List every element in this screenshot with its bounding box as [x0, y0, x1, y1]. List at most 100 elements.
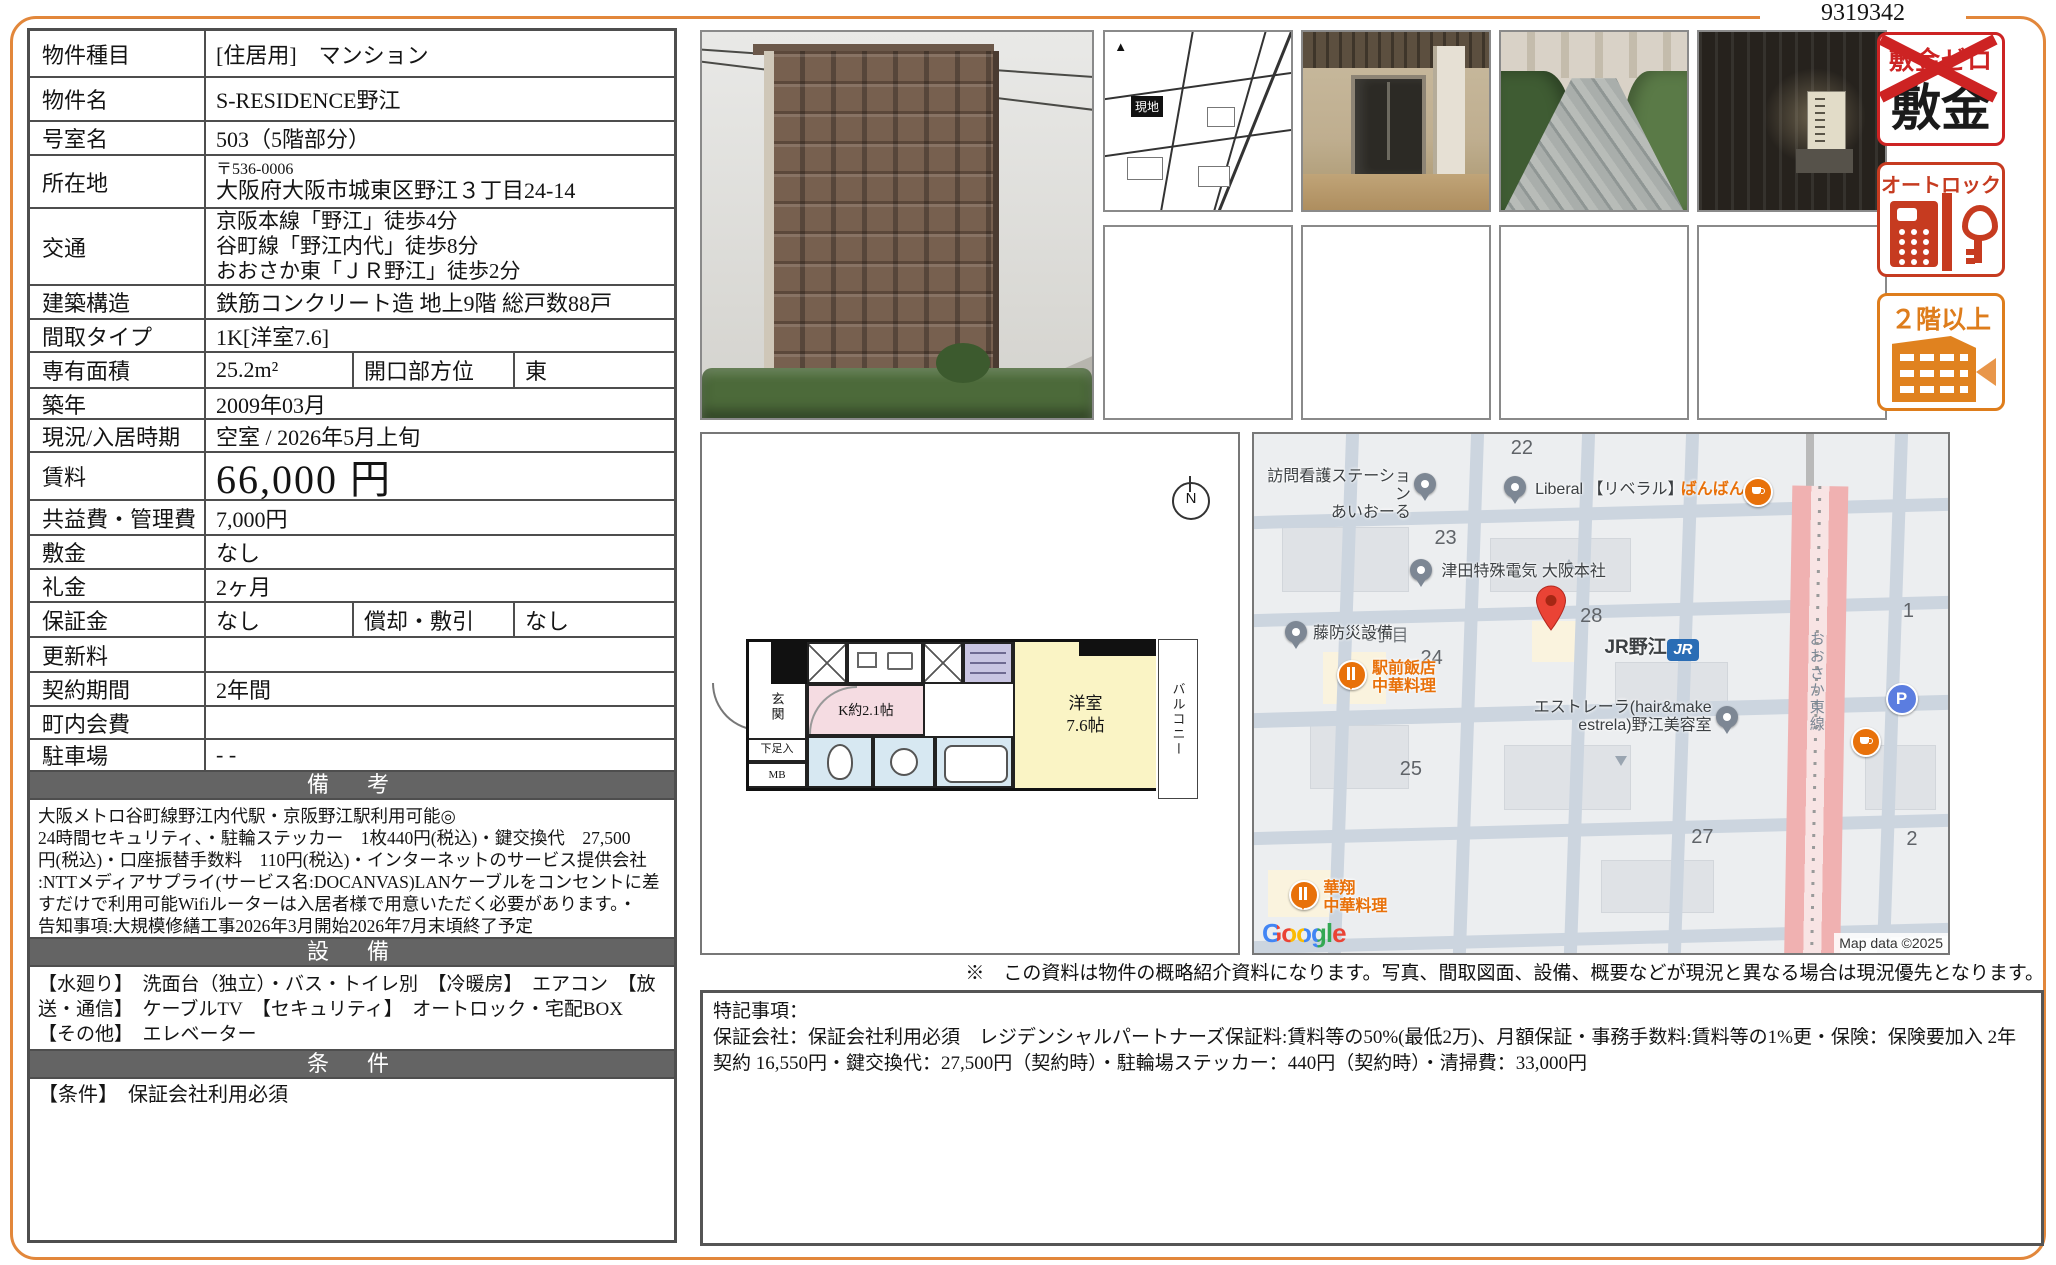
- empty-photo-slot: [1697, 225, 1887, 420]
- name-plate: [1807, 91, 1846, 152]
- address-block: 〒536-0006大阪府大阪市城東区野江３丁目24-14: [216, 160, 575, 204]
- table-row: 町内会費: [30, 707, 674, 740]
- conditions-header: 条 件: [30, 1051, 674, 1079]
- table-row: 間取タイプ1K[洋室7.6]: [30, 320, 674, 353]
- poi-pin-icon: [1504, 476, 1526, 498]
- genchi-site-marker: 現地: [1131, 96, 1163, 117]
- conditions-text: 【条件】 保証会社利用必須: [30, 1079, 674, 1240]
- kitchen-counter: [847, 642, 923, 684]
- empty-photo-slot: [1499, 225, 1689, 420]
- rent-value: 66,000 円: [206, 453, 674, 499]
- block-number: 27: [1691, 826, 1713, 849]
- street: [1252, 814, 1950, 846]
- empty-photo-slot: [1301, 225, 1491, 420]
- property-table: 物件種目[住居用] マンション 物件名S-RESIDENCE野江 号室名503（…: [27, 28, 677, 1243]
- bathroom: [935, 736, 1013, 788]
- building-signboard-photo: [1697, 30, 1887, 212]
- wardrobe: [963, 642, 1013, 684]
- entrance-photo: [1301, 30, 1491, 212]
- block-number: 25: [1400, 758, 1422, 781]
- approach-walkway-photo: [1499, 30, 1689, 212]
- block-number: 2: [1906, 828, 1917, 851]
- jr-logo: JR: [1667, 639, 1699, 661]
- floor-plan-box: N 洋室 7.6帖 玄関 下足入 MB K約2.1帖: [700, 432, 1240, 955]
- poi-label: 華翔 中華料理: [1323, 880, 1387, 916]
- block-number: 23: [1434, 527, 1456, 550]
- second-floor-up-badge: ２階以上: [1877, 293, 2005, 411]
- table-row-rent: 賃料66,000 円: [30, 453, 674, 501]
- special-notes-title: 特記事項：: [713, 999, 2031, 1025]
- rail-line-name: おおさか東線: [1806, 631, 1827, 733]
- washroom: [873, 736, 935, 788]
- poi-label: 藤防災設備: [1313, 625, 1393, 643]
- table-row: 駐車場- -: [30, 740, 674, 772]
- block-number: 1: [1903, 600, 1914, 623]
- transit-lines: 京阪本線「野江」徒歩4分谷町線「野江内代」徒歩8分おおさか東「ＪＲ野江」徒歩2分: [216, 209, 521, 284]
- poi-label: 訪問看護ステーション あいおーる: [1261, 468, 1411, 522]
- table-row: 保証金 なし 償却・敷引 なし: [30, 603, 674, 638]
- apartment-building: [764, 51, 992, 368]
- area-sketch-map-photo: ▲ 現地: [1103, 30, 1293, 212]
- poi-pin-icon: [1285, 621, 1307, 643]
- remarks-header: 備 考: [30, 772, 674, 800]
- equipment-header: 設 備: [30, 939, 674, 967]
- closet: [923, 642, 963, 684]
- google-map: 22 23 24 25 27 28 1 2 3丁目 訪問看護ステーション あいお…: [1252, 432, 1950, 955]
- block-number: 22: [1511, 437, 1533, 460]
- poi-label: 駅前飯店 中華料理: [1372, 660, 1436, 696]
- restaurant-pin-icon: [1289, 880, 1319, 910]
- parking-icon: P: [1886, 683, 1918, 715]
- closet: [807, 642, 847, 684]
- property-location-pin-icon: [1535, 585, 1567, 631]
- floor-arrow-icon: [1976, 358, 1996, 386]
- table-row: 築年2009年03月: [30, 389, 674, 420]
- special-notes-box: 特記事項： 保証会社：保証会社利用必須 レジデンシャルパートナーズ保証料:賃料等…: [700, 990, 2044, 1246]
- compass-icon: N: [1172, 482, 1210, 520]
- building-exterior-photo: [700, 30, 1094, 420]
- table-row: 号室名503（5階部分）: [30, 122, 674, 156]
- autolock-badge: オートロック: [1877, 162, 2005, 277]
- table-row: 共益費・管理費7,000円: [30, 501, 674, 536]
- table-row: 建築構造鉄筋コンクリート造 地上9階 総戸数88戸: [30, 286, 674, 320]
- poi-label: 津田特殊電気 大阪本社: [1441, 563, 1605, 581]
- google-logo: Google: [1262, 918, 1346, 949]
- western-room: 洋室 7.6帖: [1013, 642, 1156, 788]
- special-notes-body: 保証会社：保証会社利用必須 レジデンシャルパートナーズ保証料:賃料等の50%(最…: [713, 1025, 2031, 1077]
- block-number: 28: [1580, 605, 1602, 628]
- table-row: 所在地 〒536-0006大阪府大阪市城東区野江３丁目24-14: [30, 156, 674, 209]
- toilet: [807, 736, 873, 788]
- cafe-pin-icon: [1743, 477, 1773, 507]
- railway-track: [1806, 434, 1814, 491]
- north-arrow-icon: ▲: [1114, 39, 1127, 55]
- intercom-icon: [1890, 201, 1938, 267]
- meter-box: MB: [749, 762, 807, 788]
- poi-label: エストレーラ(hair&make estrela)野江美容室: [1532, 699, 1712, 735]
- table-row: 敷金なし: [30, 536, 674, 570]
- key-icon: [1960, 205, 1994, 265]
- document-id: 9319342: [1760, 0, 1966, 27]
- property-sheet: 9319342 物件種目[住居用] マンション 物件名S-RESIDENCE野江…: [0, 0, 2056, 1265]
- table-row: 更新料: [30, 638, 674, 673]
- disclaimer-note: ※ この資料は物件の概略紹介資料になります。写真、間取図面、設備、概要などが現況…: [700, 958, 2044, 985]
- poi-label: Liberal 【リベラル】: [1535, 481, 1683, 499]
- one-way-arrow-icon: [1615, 756, 1627, 766]
- remarks-text: 大阪メトロ谷町線野江内代駅・京阪野江駅利用可能◎ 24時間セキュリティ、・駐輪ス…: [30, 800, 674, 939]
- poi-pin-icon: [1414, 473, 1436, 495]
- poi-label: ばんばん: [1681, 481, 1745, 499]
- tree: [936, 343, 990, 383]
- shoe-cabinet: 下足入: [749, 738, 807, 762]
- table-row: 交通 京阪本線「野江」徒歩4分谷町線「野江内代」徒歩8分おおさか東「ＪＲ野江」徒…: [30, 209, 674, 286]
- table-row: 物件名S-RESIDENCE野江: [30, 78, 674, 122]
- table-row: 契約期間2年間: [30, 673, 674, 707]
- poi-pin-icon: [1410, 559, 1432, 581]
- equipment-text: 【水廻り】 洗面台（独立）・バス・トイレ別 【冷暖房】 エアコン 【放送・通信】…: [30, 967, 674, 1051]
- deposit-zero-badge: 敷金ゼロ 敷金: [1877, 32, 2005, 146]
- building-icon: [1892, 336, 1976, 402]
- restaurant-pin-icon: [1337, 660, 1367, 690]
- cafe-pin-icon: [1851, 727, 1881, 757]
- poi-pin-icon: [1716, 706, 1738, 728]
- hedge: [702, 368, 1092, 418]
- table-row: 専有面積 25.2m² 開口部方位 東: [30, 353, 674, 389]
- table-row: 礼金2ヶ月: [30, 570, 674, 603]
- floor-plan-drawing: 洋室 7.6帖 玄関 下足入 MB K約2.1帖 バルコニー: [746, 639, 1198, 807]
